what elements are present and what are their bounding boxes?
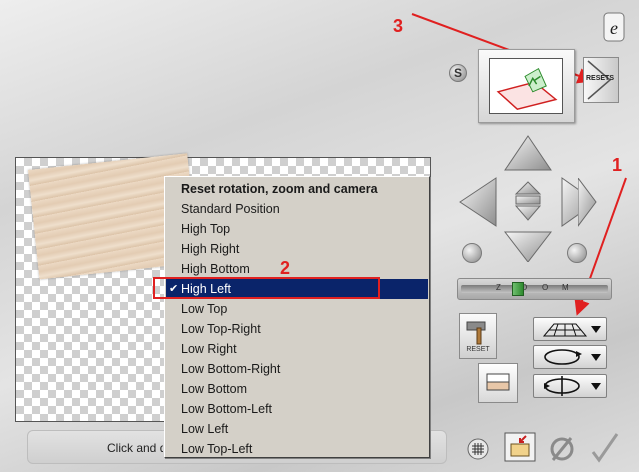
rotate-left-icon[interactable]: [462, 243, 482, 263]
camera-thumbnail[interactable]: [489, 58, 563, 114]
reset-label: RESET: [466, 346, 490, 353]
slider-letter-m: M: [562, 283, 569, 292]
svg-text:e: e: [610, 18, 618, 38]
arrow-up-icon: [504, 135, 552, 171]
spin-dropdown-button[interactable]: [533, 374, 607, 398]
arrow-down-icon: [503, 231, 553, 262]
zoom-slider-thumb[interactable]: [512, 282, 525, 296]
background-swatch-icon: [486, 373, 510, 391]
arrow-right-icon[interactable]: [578, 178, 598, 228]
orbit-icon: [544, 349, 582, 365]
zoom-slider-track: [461, 285, 608, 293]
center-up-icon: [514, 181, 542, 195]
arrow-left-icon: [459, 177, 497, 227]
ok-checkmark-icon[interactable]: [590, 432, 620, 464]
chevron-down-icon: [591, 326, 601, 333]
slider-letter-z: Z: [496, 283, 501, 292]
center-down-icon: [514, 205, 542, 221]
grid-plane-icon: [542, 323, 588, 337]
rotate-right-icon[interactable]: [567, 243, 587, 263]
chevron-down-icon: [591, 383, 601, 390]
reset-camera-button[interactable]: RESETS: [583, 57, 619, 103]
background-button[interactable]: [478, 363, 518, 403]
open-file-icon[interactable]: [504, 432, 536, 462]
chevron-down-icon: [591, 354, 601, 361]
help-icon[interactable]: e: [603, 12, 625, 42]
spin-axis-icon: [544, 376, 580, 396]
reset-camera-label: RESETS: [586, 75, 615, 82]
navigation-pad: [459, 135, 578, 262]
slider-letter-o2: O: [542, 283, 549, 292]
reset-button[interactable]: RESET: [459, 313, 497, 359]
rotation-dropdown-button[interactable]: [533, 345, 607, 369]
grid-dropdown-button[interactable]: [533, 317, 607, 341]
s-button[interactable]: S: [449, 64, 467, 82]
hammer-icon: [466, 321, 486, 345]
arrow-right-icon: [561, 177, 578, 227]
cancel-icon[interactable]: [547, 434, 577, 464]
grid-icon[interactable]: [467, 438, 489, 460]
